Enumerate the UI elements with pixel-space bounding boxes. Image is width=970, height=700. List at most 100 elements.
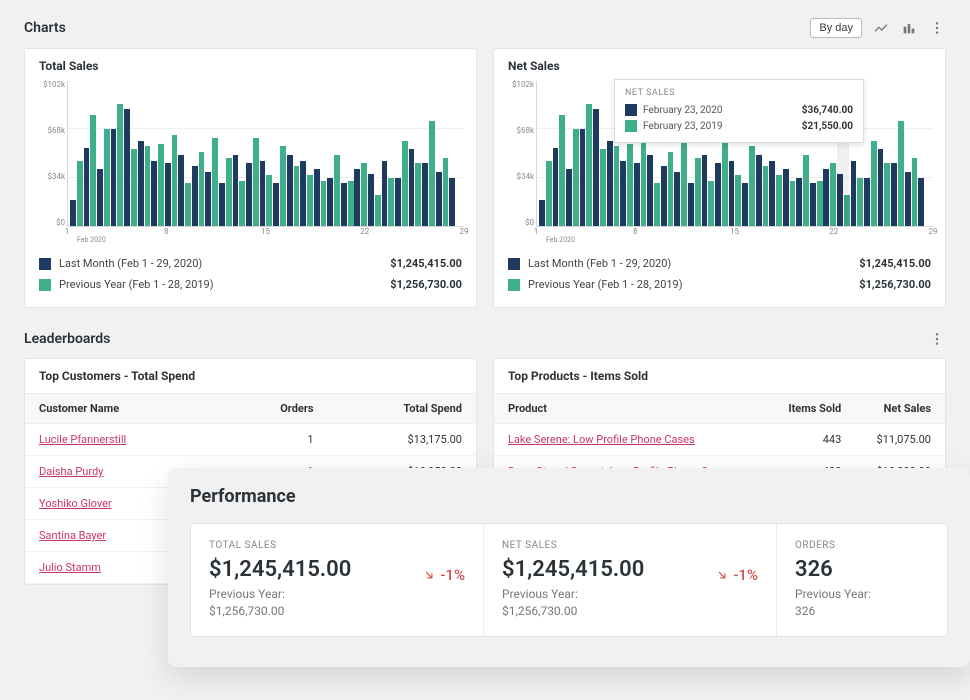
bar[interactable] <box>681 138 687 226</box>
bar[interactable] <box>566 169 572 226</box>
bar[interactable] <box>165 163 171 226</box>
customer-link[interactable]: Julio Stamm <box>39 561 101 574</box>
bar[interactable] <box>321 181 327 226</box>
bar[interactable] <box>756 155 762 226</box>
bar[interactable] <box>546 161 552 226</box>
bar[interactable] <box>334 155 340 226</box>
bar[interactable] <box>715 163 721 226</box>
bar[interactable] <box>580 129 586 226</box>
product-link[interactable]: Lake Serene: Low Profile Phone Cases <box>508 433 695 446</box>
bar[interactable] <box>641 135 647 226</box>
bar[interactable] <box>226 158 232 226</box>
perf-card[interactable]: ORDERS326Previous Year:326 <box>777 524 947 636</box>
bar[interactable] <box>647 155 653 226</box>
bar[interactable] <box>246 163 252 226</box>
bar[interactable] <box>600 149 606 226</box>
bar[interactable] <box>97 169 103 226</box>
bar[interactable] <box>729 161 735 226</box>
bar[interactable] <box>735 175 741 226</box>
legend-row[interactable]: Last Month (Feb 1 - 29, 2020)$1,245,415.… <box>508 253 931 274</box>
bar[interactable] <box>586 104 592 226</box>
bar[interactable] <box>145 146 151 226</box>
bar[interactable] <box>429 121 435 226</box>
bar[interactable] <box>90 115 96 226</box>
bar[interactable] <box>314 169 320 226</box>
bar[interactable] <box>395 178 401 226</box>
perf-card[interactable]: NET SALES$1,245,415.00Previous Year:$1,2… <box>484 524 777 636</box>
bar[interactable] <box>708 181 714 226</box>
bar[interactable] <box>307 175 313 226</box>
bar[interactable] <box>749 146 755 226</box>
bar[interactable] <box>559 115 565 226</box>
bar[interactable] <box>192 166 198 226</box>
bar[interactable] <box>776 175 782 226</box>
bar[interactable] <box>287 155 293 226</box>
legend-row[interactable]: Previous Year (Feb 1 - 28, 2019)$1,256,7… <box>508 274 931 295</box>
bar[interactable] <box>796 178 802 226</box>
bar[interactable] <box>634 163 640 226</box>
bar[interactable] <box>158 144 164 226</box>
bar[interactable] <box>172 135 178 226</box>
col-orders[interactable]: Orders <box>222 394 327 424</box>
bar[interactable] <box>185 183 191 226</box>
col-items-sold[interactable]: Items Sold <box>767 394 855 424</box>
legend-row[interactable]: Previous Year (Feb 1 - 28, 2019)$1,256,7… <box>39 274 462 295</box>
bar[interactable] <box>375 195 381 226</box>
bar[interactable] <box>702 155 708 226</box>
bar[interactable] <box>573 129 579 226</box>
bar[interactable] <box>124 109 130 226</box>
bar[interactable] <box>273 183 279 226</box>
bar[interactable] <box>104 129 110 226</box>
bar[interactable] <box>905 172 911 226</box>
bar[interactable] <box>884 163 890 226</box>
bar[interactable] <box>233 155 239 226</box>
bar[interactable] <box>84 148 90 226</box>
bar[interactable] <box>803 155 809 226</box>
bar[interactable] <box>131 149 137 226</box>
bar[interactable] <box>620 161 626 226</box>
bar[interactable] <box>742 183 748 226</box>
bar[interactable] <box>111 129 117 226</box>
bar[interactable] <box>382 161 388 226</box>
bar[interactable] <box>661 166 667 226</box>
bar[interactable] <box>864 178 870 226</box>
bar[interactable] <box>695 158 701 226</box>
bar[interactable] <box>77 161 83 226</box>
customer-link[interactable]: Lucile Pfannerstill <box>39 433 126 446</box>
bar[interactable] <box>348 181 354 226</box>
col-product[interactable]: Product <box>494 394 767 424</box>
bar[interactable] <box>851 161 857 226</box>
bar[interactable] <box>763 166 769 226</box>
bar[interactable] <box>361 163 367 226</box>
bar[interactable] <box>668 152 674 226</box>
bar[interactable] <box>769 161 775 226</box>
bar[interactable] <box>593 109 599 226</box>
bar[interactable] <box>539 200 545 226</box>
bar[interactable] <box>205 172 211 226</box>
bar[interactable] <box>830 163 836 226</box>
bar[interactable] <box>388 178 394 226</box>
bar[interactable] <box>898 121 904 226</box>
bar[interactable] <box>688 183 694 226</box>
bar[interactable] <box>300 161 306 226</box>
bar[interactable] <box>790 181 796 226</box>
bar[interactable] <box>409 149 415 226</box>
bar[interactable] <box>614 146 620 226</box>
bar[interactable] <box>260 161 266 226</box>
bar[interactable] <box>341 183 347 226</box>
bar[interactable] <box>151 161 157 226</box>
legend-row[interactable]: Last Month (Feb 1 - 29, 2020)$1,245,415.… <box>39 253 462 274</box>
line-chart-icon[interactable] <box>872 19 890 37</box>
bar[interactable] <box>402 141 408 226</box>
bar[interactable] <box>436 172 442 226</box>
bar[interactable] <box>266 175 272 226</box>
bar[interactable] <box>239 181 245 226</box>
bar[interactable] <box>817 181 823 226</box>
bar[interactable] <box>354 169 360 226</box>
bar[interactable] <box>117 104 123 226</box>
bar[interactable] <box>138 141 144 226</box>
bar[interactable] <box>857 178 863 226</box>
more-icon[interactable] <box>928 19 946 37</box>
bar[interactable] <box>783 169 789 226</box>
bar[interactable] <box>219 183 225 226</box>
